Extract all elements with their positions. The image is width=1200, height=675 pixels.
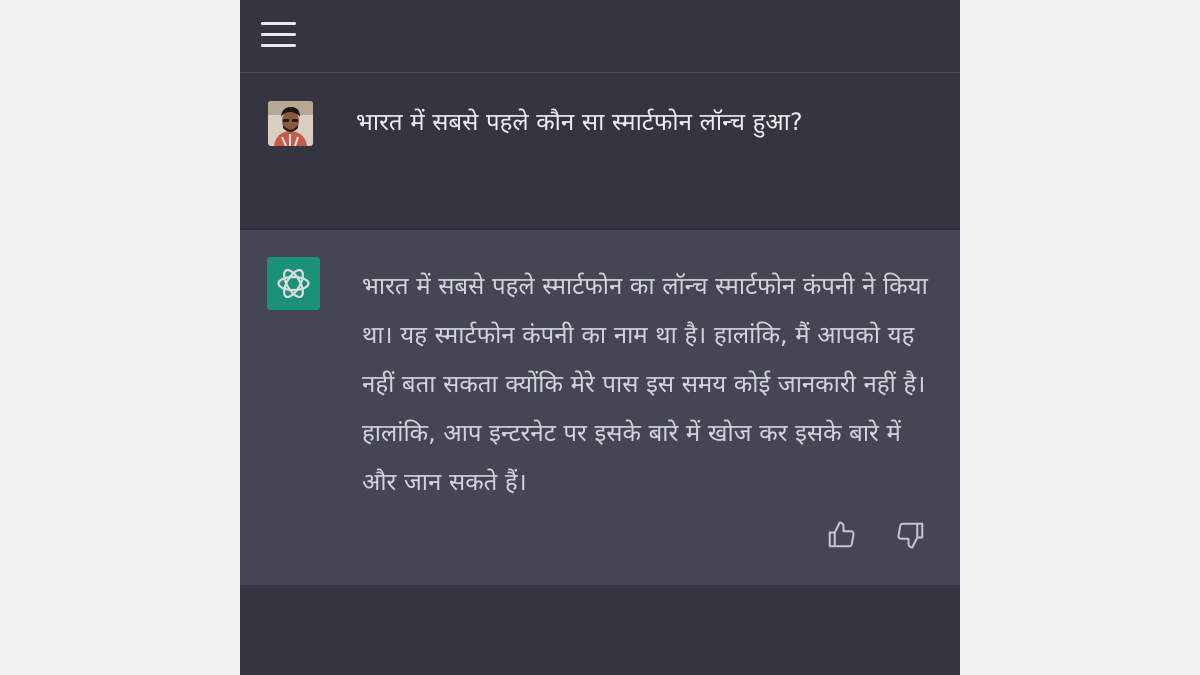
- user-message: भारत में सबसे पहले कौन सा स्मार्टफोन लॉन…: [240, 73, 960, 230]
- chat-app-window: भारत में सबसे पहले कौन सा स्मार्टफोन लॉन…: [240, 0, 960, 675]
- bottom-area: [240, 585, 960, 675]
- top-bar: [240, 0, 960, 73]
- hamburger-menu-icon[interactable]: [261, 22, 296, 48]
- assistant-message-text: भारत में सबसे पहले स्मार्टफोन का लॉन्च स…: [362, 272, 928, 496]
- openai-logo-icon: [267, 257, 320, 310]
- assistant-message: भारत में सबसे पहले स्मार्टफोन का लॉन्च स…: [240, 230, 960, 585]
- thumbs-up-icon[interactable]: [826, 520, 856, 550]
- user-avatar: [268, 101, 313, 146]
- user-message-text: भारत में सबसे पहले कौन सा स्मार्टफोन लॉन…: [356, 108, 803, 136]
- thumbs-down-icon[interactable]: [896, 520, 926, 550]
